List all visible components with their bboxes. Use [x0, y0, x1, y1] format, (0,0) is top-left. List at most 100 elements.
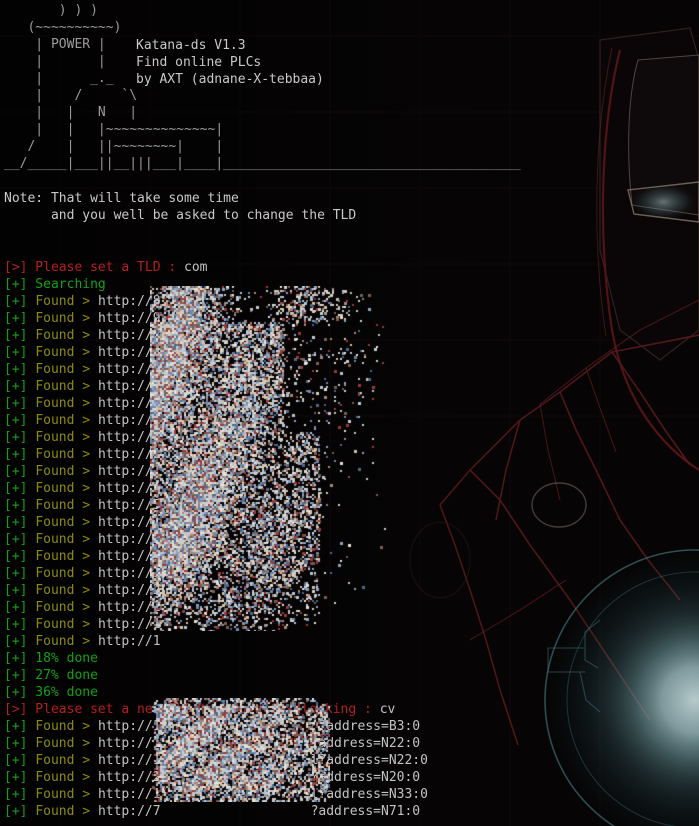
found-url[interactable]: http://1: [98, 617, 161, 632]
found-url[interactable]: http://b: [98, 362, 161, 377]
console-prompt-line: [>] Please set a new TLD to avoid ip blo…: [4, 701, 395, 718]
console-found-line: [+] Found > http://1: [4, 548, 161, 565]
found-url-suffix: ?address=B3:0: [318, 719, 421, 734]
found-label: Found >: [35, 396, 98, 411]
found-url-suffix: ?address=N20:0: [310, 770, 421, 785]
terminal-output: ) ) ) (~~~~~~~~~~) | POWER | | | | _._ |…: [0, 0, 699, 826]
found-url[interactable]: http://1: [98, 532, 161, 547]
console-found-line: [+] Found > http://b: [4, 361, 161, 378]
console-found-line: [+] Found > http://1 l?address=N33:0: [4, 786, 428, 803]
ok-prefix: [+]: [4, 770, 36, 785]
ok-prefix: [+]: [4, 481, 36, 496]
ok-prefix: [+]: [4, 753, 36, 768]
ok-prefix: [+]: [4, 498, 36, 513]
ok-prefix: [+]: [4, 447, 36, 462]
found-label: Found >: [35, 413, 98, 428]
found-url[interactable]: http://1: [98, 549, 161, 564]
ok-prefix: [+]: [4, 719, 36, 734]
ok-prefix: [+]: [4, 379, 36, 394]
banner-title-line2: Find online PLCs: [136, 55, 262, 70]
prompt-prefix: [>] Please set a new TLD to avoid ip blo…: [4, 702, 380, 717]
found-url[interactable]: http://1: [98, 566, 161, 581]
found-url[interactable]: http://5: [98, 498, 161, 513]
found-url[interactable]: http://1: [98, 600, 161, 615]
console-found-line: [+] Found > http://2: [4, 429, 161, 446]
found-url-suffix: ?address=N22:0: [310, 736, 421, 751]
tld-input-value[interactable]: com: [184, 260, 207, 275]
tld-input-value[interactable]: cv: [380, 702, 396, 717]
console-found-line: [+] Found > http://1: [4, 480, 161, 497]
found-url[interactable]: http://8: [98, 294, 161, 309]
found-url[interactable]: http://1: [98, 736, 161, 751]
console-found-line: [+] Found > http://6: [4, 395, 161, 412]
found-url[interactable]: http://2: [98, 413, 161, 428]
console-status-line: [+] Searching: [4, 276, 106, 293]
status-text: [+] Searching: [4, 277, 106, 292]
console-found-line: [+] Found > http://6: [4, 378, 161, 395]
found-url[interactable]: http://6: [98, 396, 161, 411]
found-url[interactable]: http://1: [98, 634, 161, 649]
found-label: Found >: [35, 719, 98, 734]
ok-prefix: [+]: [4, 634, 36, 649]
found-label: Found >: [35, 379, 98, 394]
console-found-line: [+] Found > http://1: [4, 565, 161, 582]
ok-prefix: [+]: [4, 617, 36, 632]
console-found-line: [+] Found > http://8: [4, 293, 161, 310]
console-found-line: [+] Found > http://1: [4, 599, 161, 616]
prompt-prefix: [>] Please set a TLD :: [4, 260, 185, 275]
ok-prefix: [+]: [4, 566, 36, 581]
ok-prefix: [+]: [4, 804, 36, 819]
found-label: Found >: [35, 804, 98, 819]
ok-prefix: [+]: [4, 532, 36, 547]
console-found-line: [+] Found > http://1 ?address=N22:0: [4, 735, 420, 752]
found-url[interactable]: http://2: [98, 430, 161, 445]
found-label: Found >: [35, 328, 98, 343]
found-url[interactable]: http://4: [98, 345, 161, 360]
found-label: Found >: [35, 549, 98, 564]
found-label: Found >: [35, 430, 98, 445]
terminal-window: ) ) ) (~~~~~~~~~~) | POWER | | | | _._ |…: [0, 0, 699, 826]
console-found-line: [+] Found > http://1: [4, 531, 161, 548]
note-line-1: Note: That will take some time: [4, 191, 239, 206]
found-url[interactable]: http://9: [98, 311, 161, 326]
found-url[interactable]: http://1: [98, 464, 161, 479]
console-progress-line: [+] 36% done: [4, 684, 98, 701]
found-url[interactable]: http://2: [98, 770, 161, 785]
console-prompt-line: [>] Please set a TLD : com: [4, 259, 208, 276]
found-label: Found >: [35, 753, 98, 768]
found-url[interactable]: http://14: [98, 719, 168, 734]
found-label: Found >: [35, 294, 98, 309]
ok-prefix: [+]: [4, 396, 36, 411]
found-label: Found >: [35, 311, 98, 326]
ok-prefix: [+]: [4, 345, 36, 360]
found-label: Found >: [35, 736, 98, 751]
found-url[interactable]: http://2: [98, 328, 161, 343]
console-found-line: [+] Found > http://1: [4, 514, 161, 531]
found-url-suffix: ?address=N71:0: [310, 804, 421, 819]
found-url[interactable]: http://7: [98, 804, 161, 819]
console-found-line: [+] Found > http://1: [4, 616, 161, 633]
progress-text: [+] 36% done: [4, 685, 98, 700]
ok-prefix: [+]: [4, 294, 36, 309]
ok-prefix: [+]: [4, 515, 36, 530]
found-url[interactable]: http://2: [98, 583, 161, 598]
found-label: Found >: [35, 464, 98, 479]
found-label: Found >: [35, 532, 98, 547]
found-label: Found >: [35, 345, 98, 360]
found-url[interactable]: http://1: [98, 481, 161, 496]
banner-title-line3: by AXT (adnane-X-tebbaa): [136, 72, 324, 87]
console-found-line: [+] Found > http://2: [4, 327, 161, 344]
ok-prefix: [+]: [4, 583, 36, 598]
progress-text: [+] 27% done: [4, 668, 98, 683]
found-url[interactable]: http://6: [98, 379, 161, 394]
found-label: Found >: [35, 447, 98, 462]
console-found-line: [+] Found > http://2: [4, 582, 161, 599]
found-url-suffix: l?address=N33:0: [310, 787, 428, 802]
found-url[interactable]: http://1: [98, 515, 161, 530]
banner-title-line1: Katana-ds V1.3: [136, 38, 246, 53]
progress-text: [+] 18% done: [4, 651, 98, 666]
found-label: Found >: [35, 583, 98, 598]
found-url[interactable]: http://1: [98, 787, 161, 802]
found-url[interactable]: http://1: [98, 447, 161, 462]
found-url[interactable]: http://1: [98, 753, 161, 768]
